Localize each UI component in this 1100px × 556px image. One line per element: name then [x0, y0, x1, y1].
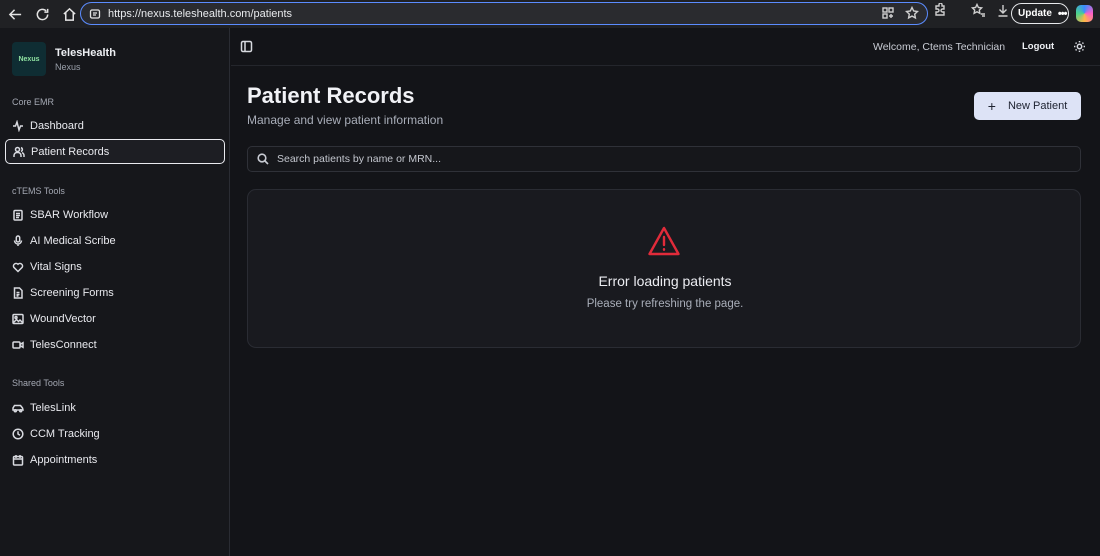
- section-label-shared-tools: Shared Tools: [12, 378, 65, 388]
- browser-extensions: [932, 3, 1011, 18]
- home-icon: [62, 7, 76, 21]
- favorites-icon[interactable]: [971, 3, 986, 18]
- main-content: Welcome, Ctems Technician Logout Patient…: [231, 28, 1100, 556]
- car-icon: [12, 404, 24, 413]
- welcome-text: Welcome, Ctems Technician: [873, 41, 1006, 53]
- sidebar-item-label: TelesConnect: [30, 338, 97, 351]
- sidebar-item-label: TelesLink: [30, 401, 76, 414]
- clipboard-icon: [13, 209, 23, 221]
- sidebar-item-label: AI Medical Scribe: [30, 234, 116, 247]
- sidebar-item-teleslink[interactable]: TelesLink: [5, 395, 225, 420]
- app-available-icon[interactable]: [881, 6, 895, 20]
- sidebar-item-appointments[interactable]: Appointments: [5, 447, 225, 472]
- arrow-left-icon: [8, 8, 21, 20]
- sun-icon: [1074, 41, 1085, 52]
- sidebar-item-label: Screening Forms: [30, 286, 114, 299]
- address-bar-actions: [881, 6, 919, 20]
- sidebar-item-vital-signs[interactable]: Vital Signs: [5, 254, 225, 279]
- warning-triangle-icon: [647, 225, 681, 257]
- mic-icon: [13, 234, 23, 246]
- new-patient-label: New Patient: [1007, 100, 1068, 112]
- extensions-icon[interactable]: [932, 3, 947, 18]
- back-button[interactable]: [3, 2, 27, 26]
- error-title: Error loading patients: [598, 273, 732, 289]
- top-bar: Welcome, Ctems Technician Logout: [231, 28, 1100, 66]
- brand-subtitle: Nexus: [55, 61, 81, 72]
- url-text: https://nexus.teleshealth.com/patients: [108, 7, 293, 20]
- sidebar: Nexus TelesHealth Nexus Core EMR Dashboa…: [0, 28, 230, 556]
- sidebar-item-woundvector[interactable]: WoundVector: [5, 306, 225, 331]
- plus-icon: +: [987, 98, 996, 114]
- page-title: Patient Records: [247, 83, 415, 108]
- page-subtitle: Manage and view patient information: [247, 113, 444, 127]
- more-options-icon: •••: [1057, 7, 1068, 20]
- home-button[interactable]: [57, 2, 81, 26]
- update-button[interactable]: Update •••: [1011, 3, 1069, 24]
- heart-icon: [12, 262, 24, 273]
- site-info-icon: [89, 8, 101, 19]
- brand-text: TelesHealth Nexus: [55, 47, 116, 72]
- brand-logo: Nexus: [12, 42, 46, 76]
- search-input[interactable]: [277, 153, 1057, 165]
- sidebar-item-dashboard[interactable]: Dashboard: [5, 113, 225, 138]
- logout-button[interactable]: Logout: [1022, 41, 1054, 52]
- calendar-icon: [12, 454, 24, 466]
- reload-button[interactable]: [30, 2, 54, 26]
- reload-icon: [36, 8, 48, 20]
- error-card: Error loading patients Please try refres…: [247, 189, 1081, 348]
- sidebar-item-label: Dashboard: [30, 119, 84, 132]
- sidebar-item-label: Patient Records: [31, 145, 110, 158]
- copilot-icon[interactable]: [1076, 5, 1093, 22]
- update-label: Update: [1018, 8, 1052, 19]
- sidebar-item-ccm-tracking[interactable]: CCM Tracking: [5, 421, 225, 446]
- users-icon: [13, 146, 25, 157]
- favorite-star-icon[interactable]: [905, 6, 919, 20]
- brand[interactable]: Nexus TelesHealth Nexus: [12, 42, 116, 76]
- search-icon: [257, 153, 269, 165]
- sidebar-item-label: WoundVector: [30, 312, 96, 325]
- warning-triangle-graphic: [648, 226, 680, 256]
- sidebar-item-sbar-workflow[interactable]: SBAR Workflow: [5, 202, 225, 227]
- theme-toggle-button[interactable]: [1073, 40, 1086, 53]
- new-patient-button[interactable]: + New Patient: [974, 92, 1081, 120]
- activity-icon: [13, 119, 23, 132]
- search-bar: [247, 146, 1081, 172]
- sidebar-item-screening-forms[interactable]: Screening Forms: [5, 280, 225, 305]
- video-icon: [12, 340, 24, 349]
- sidebar-item-label: SBAR Workflow: [30, 208, 109, 221]
- sidebar-item-label: Appointments: [30, 453, 98, 466]
- image-icon: [12, 313, 24, 324]
- address-bar[interactable]: https://nexus.teleshealth.com/patients: [80, 2, 928, 25]
- logo-text: Nexus: [18, 55, 40, 63]
- section-label-ctems-tools: cTEMS Tools: [12, 186, 65, 196]
- file-icon: [13, 286, 23, 299]
- error-message: Please try refreshing the page.: [586, 298, 744, 310]
- clock-icon: [12, 427, 24, 440]
- brand-title: TelesHealth: [55, 46, 116, 59]
- sidebar-item-label: CCM Tracking: [30, 427, 100, 440]
- sidebar-item-label: Vital Signs: [30, 260, 82, 273]
- panel-left-icon: [240, 40, 253, 53]
- sidebar-item-telesconnect[interactable]: TelesConnect: [5, 332, 225, 357]
- sidebar-item-patient-records[interactable]: Patient Records: [5, 139, 225, 164]
- section-label-core-emr: Core EMR: [12, 97, 55, 107]
- sidebar-item-ai-medical-scribe[interactable]: AI Medical Scribe: [5, 228, 225, 253]
- sidebar-toggle-button[interactable]: [240, 40, 253, 53]
- downloads-icon[interactable]: [996, 3, 1011, 18]
